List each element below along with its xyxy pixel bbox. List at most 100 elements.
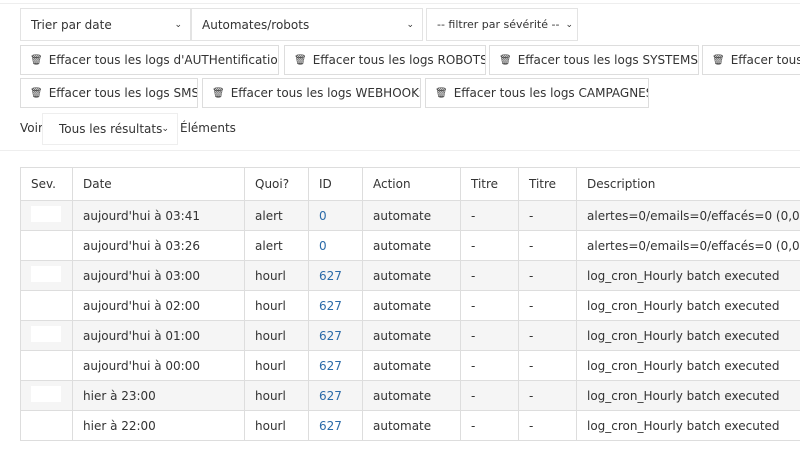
- trash-icon: 🗑: [30, 87, 43, 99]
- button-label: Effacer tous les logs SYSTEMS: [517, 53, 698, 67]
- table-row: aujourd'hui à 03:26 alert 0 automate - - alert…: [20, 230, 800, 261]
- id-link[interactable]: 627: [319, 299, 342, 313]
- title-cell: -: [460, 380, 519, 411]
- id-link[interactable]: 627: [319, 269, 342, 283]
- date-cell: hier à 22:00: [72, 410, 245, 441]
- button-label: Effacer tous les logs: [730, 53, 800, 67]
- table-row: aujourd'hui à 00:00 hourl 627 automate - - log…: [20, 350, 800, 381]
- sort-select[interactable]: Trier par date ⌄: [20, 8, 191, 41]
- button-label: Effacer tous les logs CAMPAGNES: [453, 86, 649, 100]
- id-cell: 627: [308, 290, 363, 321]
- severity-cell: [20, 320, 73, 351]
- id-cell: 627: [308, 350, 363, 381]
- action-cell: automate: [362, 350, 461, 381]
- column-header[interactable]: Titre: [460, 167, 519, 201]
- action-cell: automate: [362, 200, 461, 231]
- what-cell: hourl: [244, 320, 309, 351]
- column-header[interactable]: Description: [576, 167, 800, 201]
- trash-icon: 🗑: [499, 54, 512, 66]
- trash-icon: 🗑: [294, 54, 307, 66]
- table-row: aujourd'hui à 02:00 hourl 627 automate - - log…: [20, 290, 800, 321]
- column-header[interactable]: Action: [362, 167, 461, 201]
- severity-select[interactable]: -- filtrer par sévérité -- ⌄: [426, 8, 578, 41]
- id-link[interactable]: 627: [319, 329, 342, 343]
- what-cell: hourl: [244, 290, 309, 321]
- divider: [0, 3, 800, 4]
- column-header[interactable]: Titre: [518, 167, 577, 201]
- what-cell: hourl: [244, 380, 309, 411]
- action-cell: automate: [362, 320, 461, 351]
- table-row: hier à 23:00 hourl 627 automate - - log_cron_H…: [20, 380, 800, 411]
- table-row: hier à 22:00 hourl 627 automate - - log_cron_H…: [20, 410, 800, 441]
- clear-robots-logs-button[interactable]: 🗑 Effacer tous les logs ROBOTS: [284, 45, 486, 75]
- clear-campagnes-logs-button[interactable]: 🗑 Effacer tous les logs CAMPAGNES: [425, 78, 649, 108]
- severity-cell: [20, 380, 73, 411]
- chevron-down-icon: ⌄: [565, 19, 573, 30]
- length-label-before: Voir: [20, 121, 43, 135]
- button-label: Effacer tous les logs ROBOTS: [312, 53, 486, 67]
- title-cell: -: [460, 200, 519, 231]
- chevron-down-icon: ⌄: [174, 19, 182, 30]
- column-header[interactable]: Sev.: [20, 167, 73, 201]
- id-cell: 627: [308, 320, 363, 351]
- trash-icon: 🗑: [212, 87, 225, 99]
- date-cell: aujourd'hui à 01:00: [72, 320, 245, 351]
- severity-cell: [20, 410, 73, 441]
- severity-badge: [31, 386, 61, 402]
- id-link[interactable]: 0: [319, 209, 327, 223]
- chevron-down-icon: ⌄: [161, 124, 169, 134]
- date-cell: aujourd'hui à 03:41: [72, 200, 245, 231]
- id-cell: 0: [308, 200, 363, 231]
- title-cell: -: [460, 410, 519, 441]
- title-cell: -: [518, 350, 577, 381]
- severity-value: -- filtrer par sévérité --: [437, 18, 560, 31]
- divider: [0, 150, 800, 151]
- description-cell: log_cron_Hourly batch executed: [576, 380, 800, 411]
- severity-cell: [20, 200, 73, 231]
- table-row: aujourd'hui à 03:41 alert 0 automate - - alert…: [20, 200, 800, 231]
- action-cell: automate: [362, 380, 461, 411]
- page-length-select[interactable]: Tous les résultats ⌄: [42, 113, 178, 145]
- title-cell: -: [518, 410, 577, 441]
- id-cell: 627: [308, 410, 363, 441]
- type-value: Automates/robots: [202, 17, 310, 32]
- trash-icon: 🗑: [435, 87, 448, 99]
- clear-sms-logs-button[interactable]: 🗑 Effacer tous les logs SMS: [20, 78, 198, 108]
- id-link[interactable]: 627: [319, 419, 342, 433]
- title-cell: -: [518, 290, 577, 321]
- date-cell: aujourd'hui à 00:00: [72, 350, 245, 381]
- clear-auth-logs-button[interactable]: 🗑 Effacer tous les logs d'AUTHentificatio…: [20, 45, 279, 75]
- type-select[interactable]: Automates/robots ⌄: [191, 8, 423, 41]
- date-cell: hier à 23:00: [72, 380, 245, 411]
- length-label-after: Éléments: [180, 121, 236, 135]
- clear-webhooks-logs-button[interactable]: 🗑 Effacer tous les logs WEBHOOKS: [202, 78, 421, 108]
- sort-value: Trier par date: [31, 17, 112, 32]
- severity-badge: [31, 326, 61, 342]
- action-cell: automate: [362, 290, 461, 321]
- id-cell: 627: [308, 260, 363, 291]
- severity-badge: [31, 206, 61, 222]
- date-cell: aujourd'hui à 03:26: [72, 230, 245, 261]
- id-link[interactable]: 0: [319, 239, 327, 253]
- id-link[interactable]: 627: [319, 389, 342, 403]
- title-cell: -: [460, 320, 519, 351]
- column-header[interactable]: Date: [72, 167, 245, 201]
- button-label: Effacer tous les logs d'AUTHentification: [48, 53, 279, 67]
- title-cell: -: [460, 290, 519, 321]
- clear-systems-logs-button[interactable]: 🗑 Effacer tous les logs SYSTEMS: [489, 45, 699, 75]
- action-cell: automate: [362, 260, 461, 291]
- severity-cell: [20, 230, 73, 261]
- id-link[interactable]: 627: [319, 359, 342, 373]
- what-cell: hourl: [244, 260, 309, 291]
- trash-icon: 🗑: [712, 54, 725, 66]
- column-header[interactable]: ID: [308, 167, 363, 201]
- clear-logs-button[interactable]: 🗑 Effacer tous les logs: [702, 45, 800, 75]
- description-cell: log_cron_Hourly batch executed: [576, 290, 800, 321]
- date-cell: aujourd'hui à 02:00: [72, 290, 245, 321]
- button-label: Effacer tous les logs SMS: [48, 86, 198, 100]
- column-header[interactable]: Quoi?: [244, 167, 309, 201]
- title-cell: -: [460, 350, 519, 381]
- severity-badge: [31, 266, 61, 282]
- table-row: aujourd'hui à 03:00 hourl 627 automate - - log…: [20, 260, 800, 291]
- chevron-down-icon: ⌄: [406, 19, 414, 30]
